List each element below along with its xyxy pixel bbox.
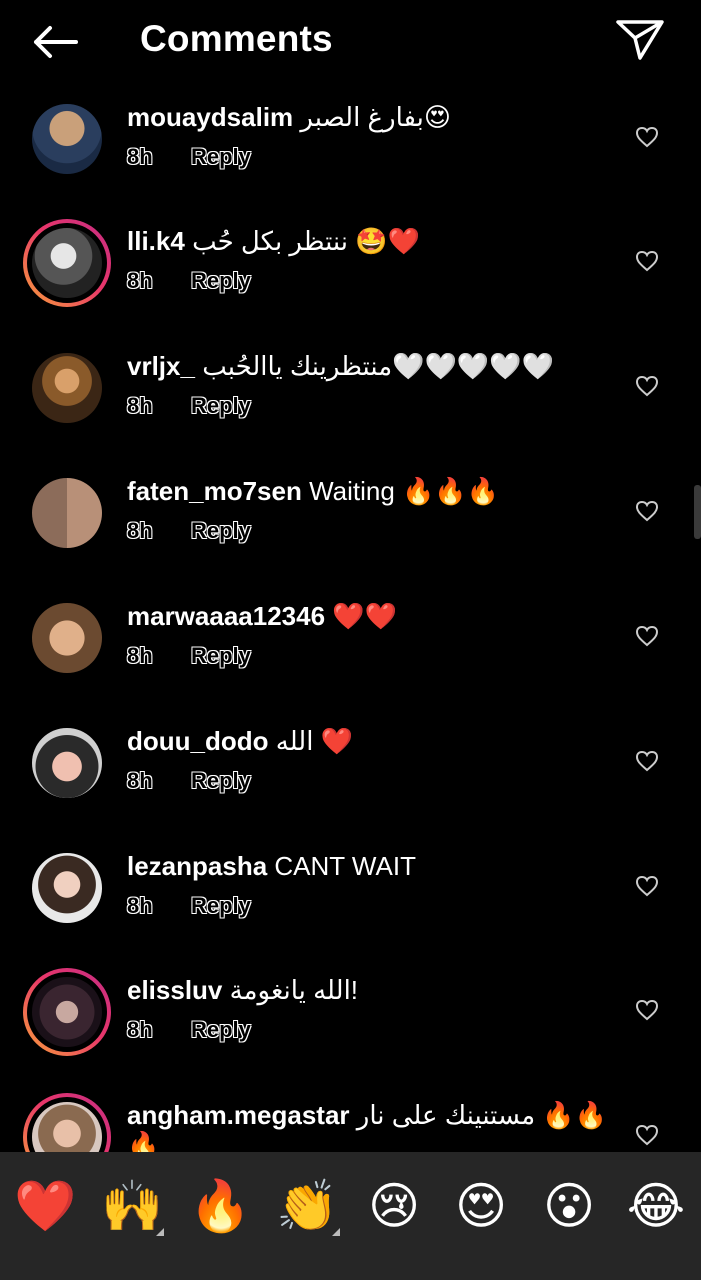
- back-arrow-icon[interactable]: [30, 22, 80, 62]
- heart-eyes-emoji[interactable]: 😍: [451, 1176, 511, 1236]
- avatar[interactable]: [32, 603, 102, 673]
- skin-tone-indicator-icon: [332, 1228, 340, 1236]
- comment-time: 8h: [127, 144, 153, 169]
- emoji-reaction-bar: ❤️ 🙌 🔥 👏 😢 😍 😮 😂: [0, 1152, 701, 1280]
- comment-username[interactable]: angham.megastar: [127, 1100, 350, 1130]
- comment-text-continued: 🔥: [127, 1130, 160, 1152]
- comment-text: منتظرينك ياالحُبب🤍🤍🤍🤍🤍: [202, 351, 555, 381]
- comment-item: lezanpasha CANT WAIT 8h Reply: [0, 841, 701, 965]
- comment-username[interactable]: lli.k4: [127, 226, 185, 256]
- page-title: Comments: [140, 18, 333, 59]
- avatar[interactable]: [32, 478, 102, 548]
- avatar-story-ring[interactable]: [23, 1093, 111, 1152]
- fire-emoji[interactable]: 🔥: [189, 1176, 251, 1236]
- like-heart-icon[interactable]: [635, 1124, 659, 1146]
- comment-username[interactable]: lezanpasha: [127, 851, 267, 881]
- comment-time: 8h: [127, 268, 153, 293]
- like-heart-icon[interactable]: [635, 126, 659, 148]
- reply-button[interactable]: Reply: [191, 1017, 251, 1043]
- like-heart-icon[interactable]: [635, 250, 659, 272]
- avatar[interactable]: [32, 728, 102, 798]
- reply-button[interactable]: Reply: [191, 268, 251, 294]
- comment-time: 8h: [127, 768, 153, 793]
- comment-time: 8h: [127, 393, 153, 418]
- comment-time: 8h: [127, 1017, 153, 1042]
- comment-text: ❤️❤️: [332, 601, 398, 631]
- like-heart-icon[interactable]: [635, 750, 659, 772]
- comment-text: CANT WAIT: [274, 851, 416, 881]
- comment-time: 8h: [127, 518, 153, 543]
- avatar-story-ring[interactable]: [23, 219, 111, 307]
- comment-time: 8h: [127, 643, 153, 668]
- comment-username[interactable]: elissluv: [127, 975, 222, 1005]
- surprised-face-emoji[interactable]: 😮: [539, 1176, 599, 1236]
- comment-item: lli.k4 ننتظر بكل حُب 🤩❤️ 8h Reply: [0, 216, 701, 340]
- like-heart-icon[interactable]: [635, 625, 659, 647]
- reply-button[interactable]: Reply: [191, 893, 251, 919]
- comment-username[interactable]: faten_mo7sen: [127, 476, 302, 506]
- comment-item: mouaydsalim بفارغ الصبر😍 8h Reply: [0, 92, 701, 216]
- reply-button[interactable]: Reply: [191, 144, 251, 170]
- reply-button[interactable]: Reply: [191, 518, 251, 544]
- reply-button[interactable]: Reply: [191, 768, 251, 794]
- avatar[interactable]: [32, 104, 102, 174]
- comment-item: faten_mo7sen Waiting 🔥🔥🔥 8h Reply: [0, 466, 701, 590]
- comment-username[interactable]: vrljx_: [127, 351, 195, 381]
- like-heart-icon[interactable]: [635, 375, 659, 397]
- comment-text: الله ❤️: [275, 726, 354, 756]
- comment-time: 8h: [127, 893, 153, 918]
- clapping-hands-emoji[interactable]: 👏: [276, 1176, 338, 1236]
- avatar[interactable]: [32, 353, 102, 423]
- scrollbar[interactable]: [694, 485, 701, 539]
- comment-username[interactable]: marwaaaa12346: [127, 601, 325, 631]
- raising-hands-emoji[interactable]: 🙌: [101, 1176, 163, 1236]
- comment-text: ننتظر بكل حُب 🤩❤️: [192, 226, 420, 256]
- comment-item: vrljx_ منتظرينك ياالحُبب🤍🤍🤍🤍🤍 8h Reply: [0, 341, 701, 465]
- send-icon[interactable]: [614, 16, 666, 62]
- skin-tone-indicator-icon: [156, 1228, 164, 1236]
- tears-of-joy-emoji[interactable]: 😂: [626, 1176, 686, 1236]
- comment-item: marwaaaa12346 ❤️❤️ 8h Reply: [0, 591, 701, 715]
- like-heart-icon[interactable]: [635, 999, 659, 1021]
- comment-text: بفارغ الصبر😍: [300, 102, 452, 132]
- comment-text: مستنينك على نار 🔥🔥: [356, 1100, 608, 1130]
- avatar-story-ring[interactable]: [23, 968, 111, 1056]
- comment-list[interactable]: mouaydsalim بفارغ الصبر😍 8h Reply lli.k4…: [0, 84, 701, 1152]
- like-heart-icon[interactable]: [635, 500, 659, 522]
- red-heart-emoji[interactable]: ❤️: [14, 1176, 76, 1236]
- reply-button[interactable]: Reply: [191, 643, 251, 669]
- crying-face-emoji[interactable]: 😢: [364, 1176, 424, 1236]
- avatar[interactable]: [32, 853, 102, 923]
- comment-text: Waiting 🔥🔥🔥: [309, 476, 500, 506]
- comment-username[interactable]: douu_dodo: [127, 726, 269, 756]
- reply-button[interactable]: Reply: [191, 393, 251, 419]
- comment-item: douu_dodo الله ❤️ 8h Reply: [0, 716, 701, 840]
- comment-text: الله يانغومة!: [229, 975, 359, 1005]
- comment-item: angham.megastar مستنينك على نار 🔥🔥 🔥: [0, 1090, 701, 1152]
- comment-item: elissluv الله يانغومة! 8h Reply: [0, 965, 701, 1089]
- like-heart-icon[interactable]: [635, 875, 659, 897]
- comment-username[interactable]: mouaydsalim: [127, 102, 293, 132]
- header-bar: Comments: [0, 0, 701, 84]
